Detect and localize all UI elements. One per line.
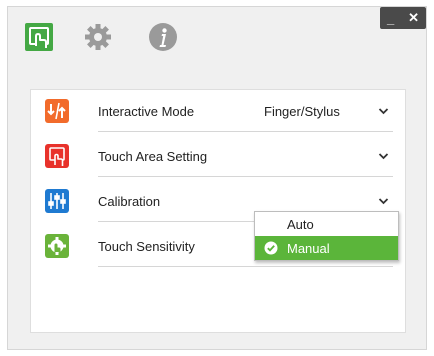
minimize-button[interactable]: _ [387, 11, 394, 26]
chevron-down-icon[interactable] [378, 196, 389, 207]
chevron-down-icon[interactable] [378, 106, 389, 117]
touch-icon[interactable] [24, 22, 54, 52]
calibration-dropdown-menu: Auto Manual [254, 211, 399, 261]
app-window: _ ✕ Interactive Mode Finger/Stylus Touch… [7, 6, 427, 350]
calibration-icon [45, 189, 69, 213]
interactive-mode-icon [45, 99, 69, 123]
touch-area-icon [45, 144, 69, 168]
interactive-mode-label: Interactive Mode [98, 104, 195, 119]
chevron-down-icon[interactable] [378, 151, 389, 162]
toolbar: _ ✕ [8, 7, 426, 69]
dropdown-option-manual[interactable]: Manual [255, 236, 398, 260]
calibration-label: Calibration [98, 194, 161, 209]
gear-icon[interactable] [83, 22, 113, 52]
divider [98, 131, 393, 132]
info-icon[interactable] [148, 22, 178, 52]
row-touch-area-setting[interactable]: Touch Area Setting [31, 137, 405, 177]
touch-sensitivity-icon [45, 234, 69, 258]
touch-sensitivity-label: Touch Sensitivity [98, 239, 195, 254]
divider [98, 266, 393, 267]
option-label: Manual [287, 241, 330, 256]
divider [98, 176, 393, 177]
window-controls: _ ✕ [380, 7, 426, 29]
option-label: Auto [287, 217, 314, 232]
check-circle-icon [264, 241, 278, 255]
row-interactive-mode[interactable]: Interactive Mode Finger/Stylus [31, 92, 405, 132]
close-button[interactable]: ✕ [408, 10, 419, 26]
dropdown-option-auto[interactable]: Auto [255, 212, 398, 236]
touch-area-setting-label: Touch Area Setting [98, 149, 208, 164]
interactive-mode-value[interactable]: Finger/Stylus [264, 104, 340, 119]
